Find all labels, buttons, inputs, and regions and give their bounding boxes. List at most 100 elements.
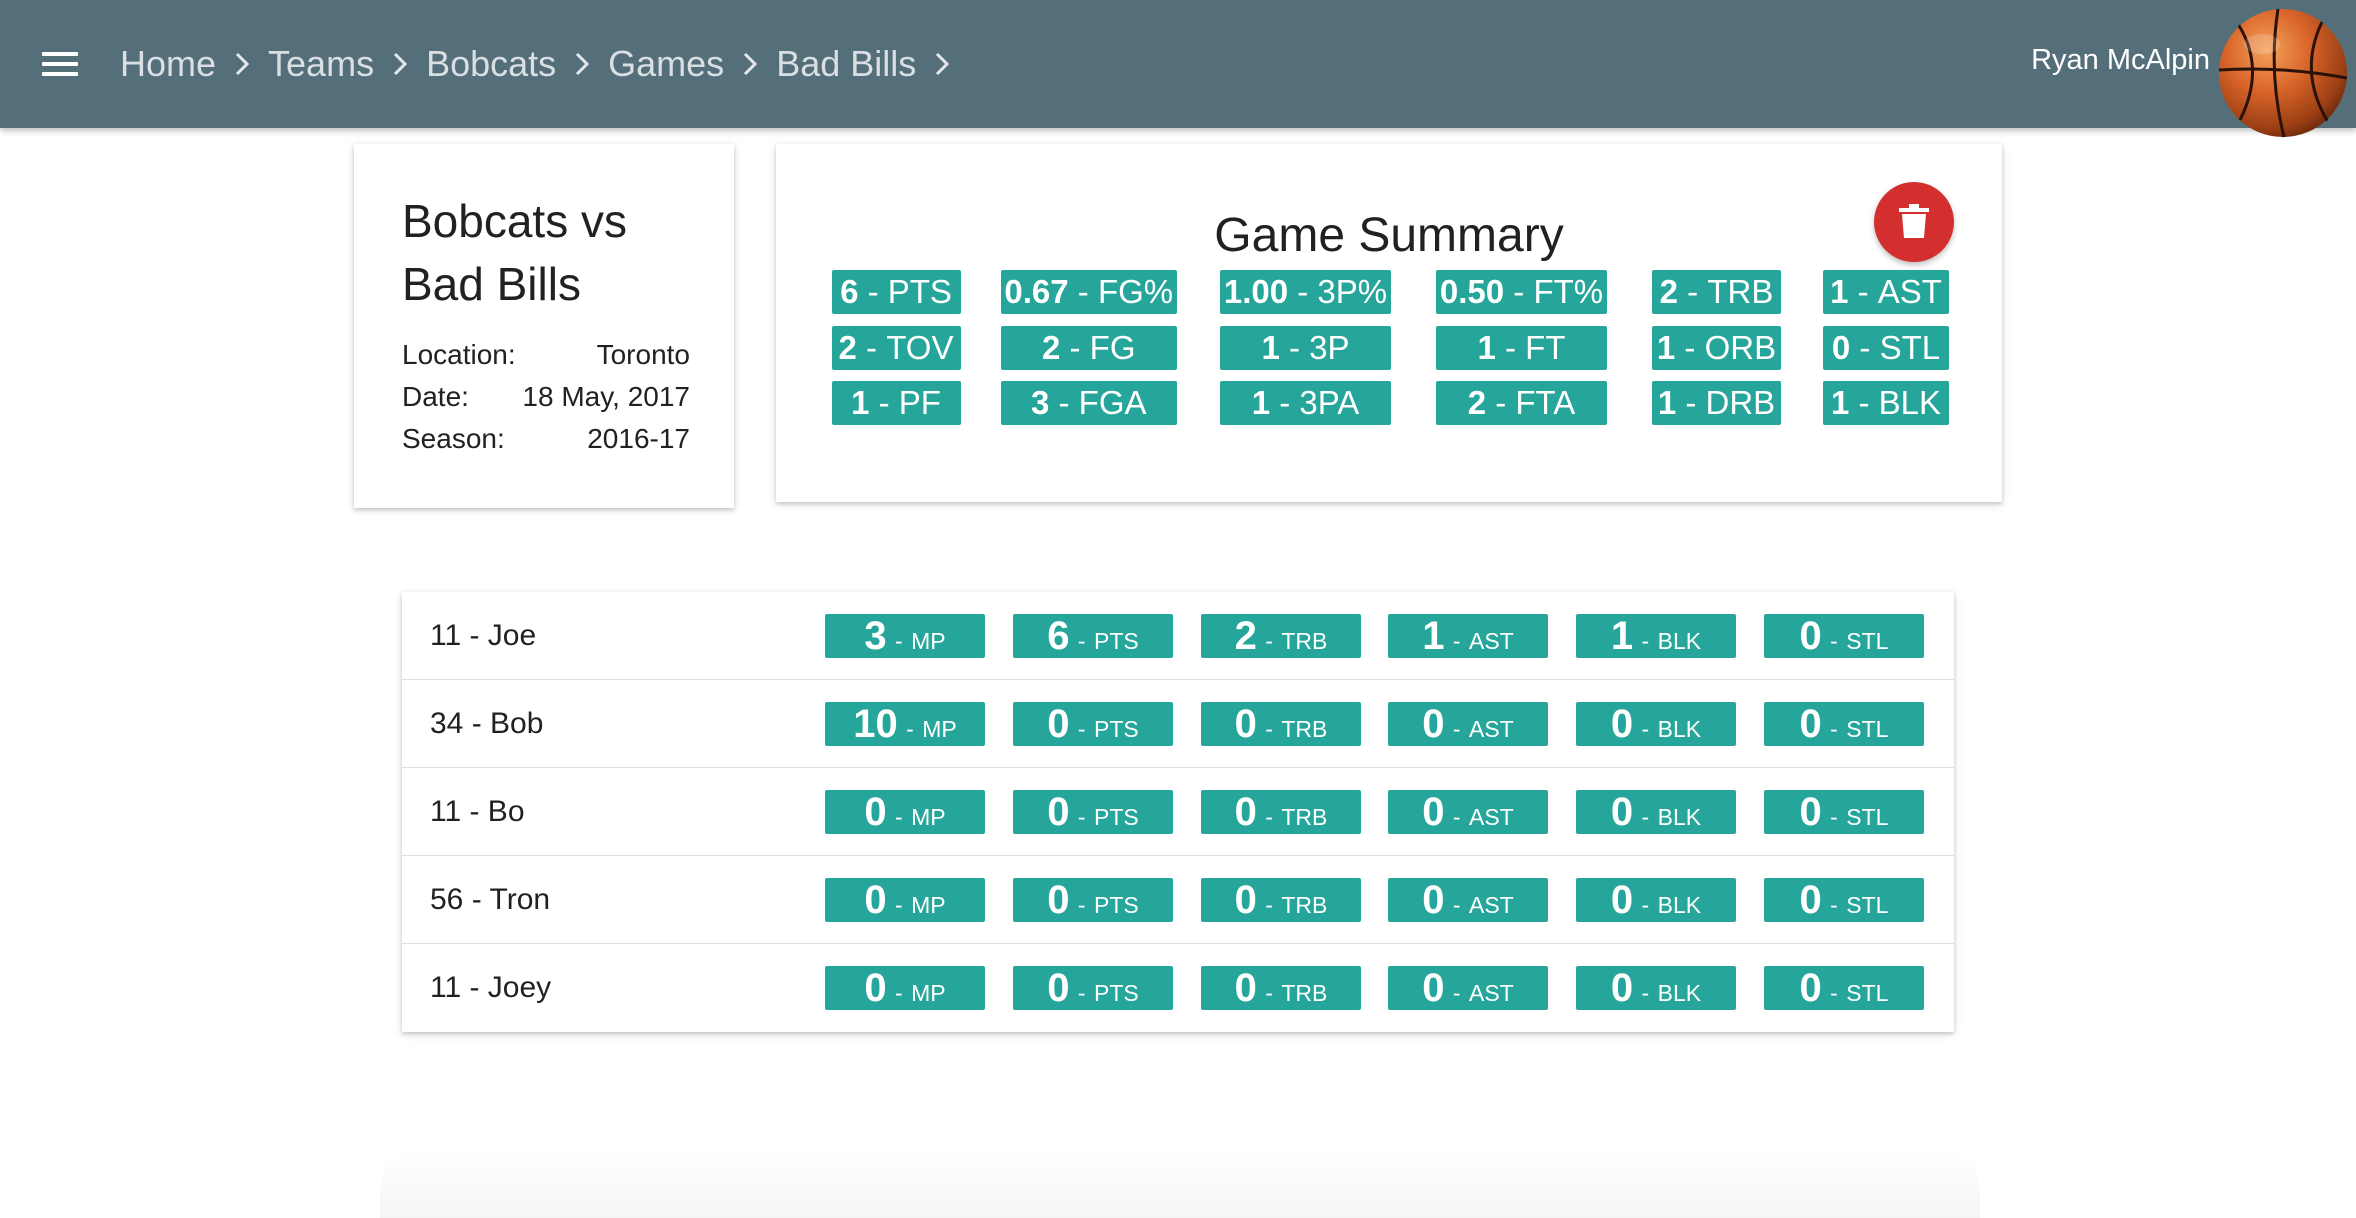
stat-value: 1 bbox=[1422, 614, 1445, 658]
stat-separator: - bbox=[888, 628, 910, 654]
player-row[interactable]: 11 - Joey 0 - MP 0 - PTS 0 - TRB 0 - AST 0 - … bbox=[402, 944, 1954, 1032]
player-name[interactable]: 11 - Bo bbox=[430, 768, 525, 856]
stat-value: 0 bbox=[1422, 878, 1445, 922]
summary-stat-orb: 1 - ORB bbox=[1652, 325, 1781, 370]
stat-label: AST bbox=[1468, 980, 1514, 1006]
stat-value: 0 bbox=[1799, 966, 1822, 1010]
stat-value: 10 bbox=[853, 702, 898, 746]
player-row[interactable]: 56 - Tron 0 - MP 0 - PTS 0 - TRB 0 - AST 0 - … bbox=[402, 856, 1954, 944]
stat-label: PTS bbox=[887, 273, 952, 310]
stat-separator: - bbox=[1071, 716, 1092, 742]
player-stat-trb: 2 - TRB bbox=[1201, 614, 1361, 658]
player-row[interactable]: 11 - Joe 3 - MP 6 - PTS 2 - TRB 1 - AST 1 - B… bbox=[402, 592, 1954, 680]
stat-separator: - bbox=[1635, 716, 1656, 742]
stat-value: 1 bbox=[1251, 384, 1271, 421]
summary-stat-ft: 1 - FT bbox=[1436, 325, 1607, 370]
summary-stat-3p-pct: 1.00 - 3P% bbox=[1220, 270, 1391, 314]
player-stat-stl: 0 - STL bbox=[1764, 966, 1924, 1010]
stat-value: 6 bbox=[1047, 614, 1070, 658]
player-stat-blk: 0 - BLK bbox=[1576, 966, 1736, 1010]
chevron-right-icon bbox=[216, 0, 268, 128]
stat-value: 0 bbox=[1799, 702, 1822, 746]
summary-stat-stl: 0 - STL bbox=[1823, 325, 1949, 370]
player-name[interactable]: 11 - Joey bbox=[430, 944, 551, 1032]
date-value: 18 May, 2017 bbox=[522, 381, 690, 412]
stat-value: 6 bbox=[840, 273, 859, 310]
stat-label: TRB bbox=[1707, 273, 1774, 310]
stat-label: 3PA bbox=[1299, 384, 1360, 421]
player-stat-blk: 1 - BLK bbox=[1576, 614, 1736, 658]
stat-value: 0 bbox=[1799, 790, 1822, 834]
summary-stat-fga: 3 - FGA bbox=[1001, 381, 1177, 425]
stat-separator: - bbox=[1635, 980, 1656, 1006]
player-name[interactable]: 11 - Joe bbox=[430, 592, 536, 680]
stat-value: 0 bbox=[1234, 790, 1257, 834]
chevron-right-icon bbox=[916, 0, 968, 128]
player-stat-blk: 0 - BLK bbox=[1576, 790, 1736, 834]
stat-label: PTS bbox=[1093, 716, 1139, 742]
season-value: 2016-17 bbox=[587, 423, 690, 454]
page-footer-shadow bbox=[380, 1150, 1980, 1218]
player-stat-trb: 0 - TRB bbox=[1201, 966, 1361, 1010]
stat-label: AST bbox=[1877, 273, 1942, 310]
player-stat-mp: 0 - MP bbox=[825, 966, 985, 1010]
stat-value: 1 bbox=[1477, 328, 1496, 366]
player-stat-ast: 0 - AST bbox=[1388, 702, 1548, 746]
stat-value: 1 bbox=[1830, 384, 1850, 421]
hamburger-menu-icon[interactable] bbox=[42, 50, 78, 78]
breadcrumb-bad-bills[interactable]: Bad Bills bbox=[776, 43, 916, 85]
stat-separator: - bbox=[1446, 980, 1467, 1006]
summary-stat-blk: 1 - BLK bbox=[1823, 381, 1949, 425]
summary-stat-fg-pct: 0.67 - FG% bbox=[1001, 270, 1177, 314]
stat-value: 0 bbox=[1234, 702, 1257, 746]
stat-label: STL bbox=[1846, 716, 1889, 742]
chevron-right-icon bbox=[724, 0, 776, 128]
stat-separator: - bbox=[1823, 804, 1845, 830]
stat-value: 0 bbox=[1422, 966, 1445, 1010]
breadcrumb-teams[interactable]: Teams bbox=[268, 43, 374, 85]
stat-value: 3 bbox=[864, 614, 887, 658]
stat-label: STL bbox=[1879, 328, 1941, 366]
stat-label: MP bbox=[911, 892, 946, 918]
breadcrumb-bobcats[interactable]: Bobcats bbox=[426, 43, 556, 85]
user-name[interactable]: Ryan McAlpin bbox=[2031, 44, 2210, 77]
stat-label: BLK bbox=[1657, 892, 1702, 918]
stat-separator: - bbox=[1823, 716, 1845, 742]
stat-value: 0 bbox=[864, 790, 887, 834]
stat-separator: - bbox=[1258, 628, 1280, 654]
stat-value: 1 bbox=[1656, 328, 1676, 366]
stat-separator: - bbox=[899, 716, 921, 742]
basketball-icon[interactable] bbox=[2218, 8, 2348, 138]
location-value: Toronto bbox=[596, 339, 690, 370]
player-stat-ast: 0 - AST bbox=[1388, 966, 1548, 1010]
player-name[interactable]: 34 - Bob bbox=[430, 680, 543, 768]
stat-value: 0 bbox=[1047, 878, 1070, 922]
player-row[interactable]: 34 - Bob 10 - MP 0 - PTS 0 - TRB 0 - AST 0 - … bbox=[402, 680, 1954, 768]
stat-label: 3P% bbox=[1317, 273, 1388, 310]
stat-separator: - bbox=[1823, 628, 1845, 654]
player-row[interactable]: 11 - Bo 0 - MP 0 - PTS 0 - TRB 0 - AST 0 - BL… bbox=[402, 768, 1954, 856]
stat-value: 0 bbox=[1799, 878, 1822, 922]
stat-value: 0 bbox=[1610, 966, 1634, 1010]
breadcrumb-games[interactable]: Games bbox=[608, 43, 724, 85]
player-stat-ast: 0 - AST bbox=[1388, 878, 1548, 922]
breadcrumb-home[interactable]: Home bbox=[120, 43, 216, 85]
stat-value: 0 bbox=[1610, 702, 1634, 746]
stat-label: FTA bbox=[1515, 384, 1576, 421]
stat-label: TRB bbox=[1281, 892, 1328, 918]
season-row: Season: 2016-17 bbox=[402, 418, 690, 460]
location-row: Location: Toronto bbox=[402, 334, 690, 376]
game-title: Bobcats vs Bad Bills bbox=[402, 190, 702, 316]
trash-icon bbox=[1899, 203, 1929, 242]
stat-separator: - bbox=[888, 892, 910, 918]
player-stat-pts: 0 - PTS bbox=[1013, 878, 1173, 922]
player-stat-ast: 1 - AST bbox=[1388, 614, 1548, 658]
stat-label: TOV bbox=[886, 328, 954, 366]
stat-label: FG bbox=[1089, 328, 1136, 366]
stat-value: 0 bbox=[1422, 702, 1445, 746]
delete-game-button[interactable] bbox=[1874, 182, 1954, 262]
player-name[interactable]: 56 - Tron bbox=[430, 856, 550, 944]
stat-label: BLK bbox=[1657, 804, 1702, 830]
stat-value: 1.00 bbox=[1223, 273, 1289, 310]
player-stat-mp: 10 - MP bbox=[825, 702, 985, 746]
